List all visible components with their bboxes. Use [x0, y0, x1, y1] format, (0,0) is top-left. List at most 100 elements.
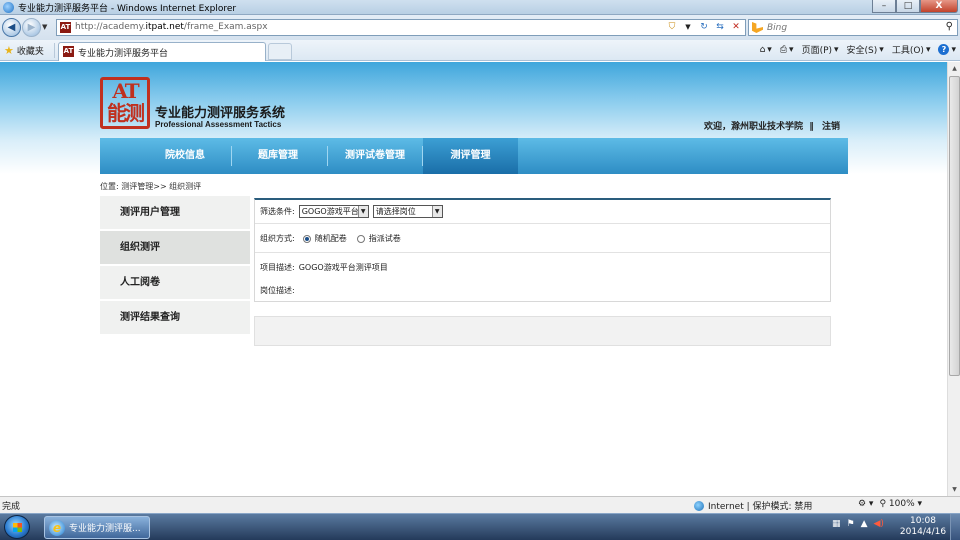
scroll-down-icon[interactable]: ▼ — [949, 483, 960, 496]
window-title-bar: 专业能力测评服务平台 - Windows Internet Explorer –… — [0, 0, 960, 15]
recent-pages-dropdown-icon[interactable]: ▼ — [42, 23, 47, 31]
favorites-bar: ★ 收藏夹 AT 专业能力测评服务平台 ⌂ ▾ ⎙ ▾ 页面(P) ▾ 安全(S… — [0, 40, 960, 61]
maximize-button[interactable]: □ — [896, 0, 920, 13]
zone-text: Internet | 保护模式: 禁用 — [708, 502, 813, 512]
project-desc-label: 项目描述: — [260, 263, 295, 272]
home-button[interactable]: ⌂ ▾ — [760, 45, 772, 55]
network-icon[interactable]: ▦ — [832, 519, 841, 529]
filter-label: 筛选条件: — [260, 207, 295, 216]
back-arrow-icon[interactable]: ◀ — [2, 18, 21, 37]
filter-row: 筛选条件: GOGO游戏平台 ▼ 请选择岗位 ▼ — [260, 205, 443, 218]
nav-item-assessment-mgmt[interactable]: 测评管理 — [423, 138, 518, 174]
site-favicon: AT — [60, 22, 71, 33]
close-button[interactable]: X — [920, 0, 958, 13]
refresh-icon[interactable]: ↻ — [697, 21, 711, 34]
command-bar: ⌂ ▾ ⎙ ▾ 页面(P) ▾ 安全(S) ▾ 工具(O) ▾ ? ▾ — [760, 43, 956, 56]
brand-subtitle: Professional Assessment Tactics — [155, 120, 282, 129]
page-viewport: AT 能测 专业能力测评服务系统 Professional Assessment… — [0, 62, 947, 496]
nav-item-question-bank[interactable]: 题库管理 — [233, 138, 323, 174]
sidebar-item-organize[interactable]: 组织测评 — [100, 231, 250, 264]
nav-item-school-info[interactable]: 院校信息 — [130, 138, 240, 174]
status-tools: ⚙ ▾ ⚲ 100% ▾ — [858, 499, 922, 509]
ie-icon: e — [49, 519, 65, 536]
method-label: 组织方式: — [260, 234, 295, 243]
forward-arrow-icon[interactable]: ▶ — [22, 18, 41, 37]
random-radio-label[interactable]: 随机配卷 — [315, 233, 347, 244]
tab-favicon: AT — [63, 46, 74, 57]
nav-item-exam-paper[interactable]: 测评试卷管理 — [328, 138, 422, 174]
window-controls: – □ X — [872, 0, 958, 13]
address-dropdown-icon[interactable]: ▼ — [681, 21, 695, 34]
star-icon: ★ — [4, 44, 14, 57]
brand-title: 专业能力测评服务系统 — [155, 106, 286, 121]
zoom-control[interactable]: ⚲ 100% ▾ — [879, 499, 922, 509]
tray-expand-icon[interactable]: ▲ — [861, 519, 868, 529]
position-select[interactable]: 请选择岗位 ▼ — [372, 205, 443, 218]
stop-icon[interactable]: ✕ — [729, 21, 743, 34]
taskbar-ie-label: 专业能力测评服... — [69, 524, 141, 534]
favorites-label: 收藏夹 — [16, 47, 44, 57]
organize-form-panel: 筛选条件: GOGO游戏平台 ▼ 请选择岗位 ▼ 组织方式: 随机配卷 指派试卷 项… — [254, 198, 831, 302]
ie-app-icon — [3, 2, 14, 13]
go-icon[interactable]: ⇆ — [713, 21, 727, 34]
chevron-down-icon: ▼ — [431, 206, 442, 217]
sidebar-item-results[interactable]: 测评结果查询 — [100, 301, 250, 334]
scroll-up-icon[interactable]: ▲ — [949, 62, 960, 75]
results-panel — [254, 316, 831, 346]
logo-seal: AT 能测 — [100, 77, 150, 129]
print-button[interactable]: ⎙ ▾ — [780, 45, 794, 55]
safety-menu[interactable]: 安全(S) ▾ — [847, 43, 884, 57]
welcome-text: 欢迎，滁州职业技术学院 ‖ — [704, 122, 814, 132]
compatibility-icon[interactable]: ⛉ — [665, 21, 679, 34]
assign-radio-label[interactable]: 指派试卷 — [369, 233, 401, 244]
volume-icon[interactable]: ◀) — [874, 519, 884, 529]
favorites-divider — [54, 43, 55, 58]
address-url[interactable]: http://academy.itpat.net/frame_Exam.aspx — [75, 22, 268, 32]
taskbar: e 专业能力测评服... ▦ ⚑ ▲ ◀) 10:08 2014/4/16 — [0, 513, 960, 540]
clock-date: 2014/4/16 — [899, 527, 947, 537]
favorites-button[interactable]: ★ 收藏夹 — [4, 44, 44, 57]
tools-menu[interactable]: 工具(O) ▾ — [892, 43, 931, 57]
project-select[interactable]: GOGO游戏平台 ▼ — [298, 205, 369, 218]
address-bar[interactable]: AT http://academy.itpat.net/frame_Exam.a… — [56, 19, 746, 36]
print-icon: ⎙ — [779, 44, 788, 55]
row-divider — [255, 252, 830, 253]
sidebar-item-manual-grading[interactable]: 人工阅卷 — [100, 266, 250, 299]
search-icon[interactable]: ⚲ — [946, 21, 953, 32]
nav-divider — [231, 146, 232, 166]
flag-icon[interactable]: ⚑ — [847, 519, 855, 529]
help-button[interactable]: ? ▾ — [938, 44, 956, 55]
method-row: 组织方式: 随机配卷 指派试卷 — [260, 233, 401, 244]
page-menu[interactable]: 页面(P) ▾ — [802, 43, 839, 57]
new-tab-button[interactable] — [268, 43, 292, 60]
taskbar-ie-button[interactable]: e 专业能力测评服... — [44, 516, 150, 539]
random-radio[interactable] — [302, 234, 311, 243]
sidebar: 测评用户管理 组织测评 人工阅卷 测评结果查询 — [100, 196, 250, 336]
main-nav: 院校信息 题库管理 测评试卷管理 测评管理 — [100, 138, 848, 174]
status-bar: 完成 Internet | 保护模式: 禁用 ⚙ ▾ ⚲ 100% ▾ — [0, 496, 960, 513]
address-tools: ⛉ ▼ ↻ ⇆ ✕ — [665, 21, 743, 34]
project-desc-row: 项目描述: GOGO游戏平台测评项目 — [260, 262, 388, 273]
clock-time: 10:08 — [910, 516, 936, 526]
browser-tab[interactable]: AT 专业能力测评服务平台 — [58, 42, 266, 61]
assign-radio[interactable] — [356, 234, 365, 243]
popup-blocker-icon[interactable]: ⚙ ▾ — [858, 499, 873, 509]
globe-icon — [694, 500, 704, 511]
logout-link[interactable]: 注销 — [822, 119, 840, 132]
minimize-button[interactable]: – — [872, 0, 896, 13]
start-button[interactable] — [4, 515, 30, 539]
taskbar-clock[interactable]: 10:08 2014/4/16 — [898, 516, 948, 538]
show-desktop-button[interactable] — [950, 514, 960, 540]
tab-label: 专业能力测评服务平台 — [78, 49, 169, 59]
chevron-down-icon: ▼ — [357, 206, 368, 217]
security-zone[interactable]: Internet | 保护模式: 禁用 — [694, 499, 812, 512]
sidebar-item-user-mgmt[interactable]: 测评用户管理 — [100, 196, 250, 229]
vertical-scrollbar[interactable]: ▲ ▼ — [947, 62, 960, 496]
scroll-thumb[interactable] — [949, 76, 960, 376]
row-divider — [255, 223, 830, 224]
breadcrumb: 位置: 测评管理>> 组织测评 — [100, 182, 202, 191]
system-tray: ▦ ⚑ ▲ ◀) — [832, 519, 884, 529]
search-input[interactable] — [767, 21, 927, 34]
help-icon: ? — [938, 44, 950, 55]
search-box[interactable]: ⚲ — [748, 19, 958, 36]
